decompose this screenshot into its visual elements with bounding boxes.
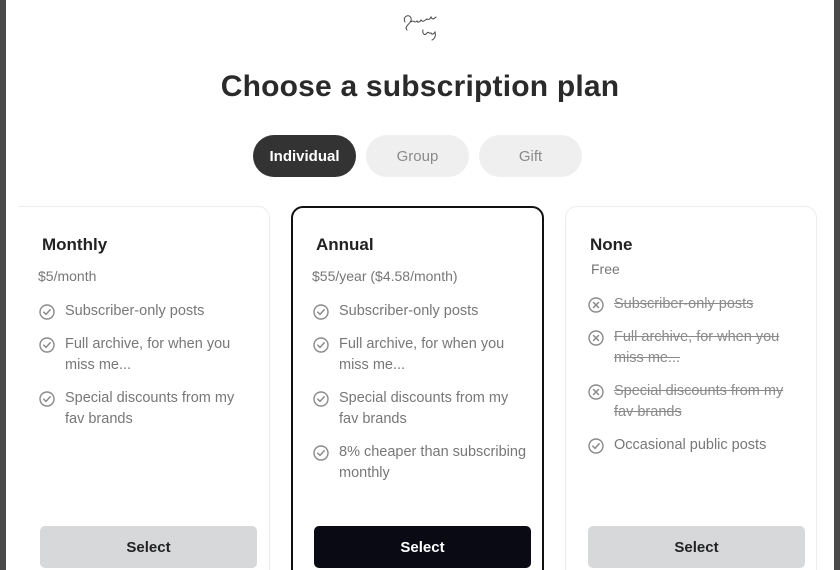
- page-title: Choose a subscription plan: [220, 70, 620, 103]
- feature-item: 8% cheaper than subscribing monthly: [312, 442, 527, 484]
- check-circle-icon: [313, 391, 329, 407]
- feature-text: 8% cheaper than subscribing monthly: [339, 444, 527, 481]
- feature-item: Subscriber-only posts: [312, 301, 527, 322]
- plan-name: Annual: [316, 235, 374, 254]
- feature-item: Full archive, for when you miss me...: [312, 334, 527, 376]
- tab-group[interactable]: Group: [366, 135, 469, 177]
- feature-list: Subscriber-only posts Full archive, for …: [587, 294, 802, 468]
- x-circle-icon: [588, 384, 604, 400]
- feature-item-excluded: Subscriber-only posts: [587, 294, 802, 315]
- feature-item-excluded: Full archive, for when you miss me...: [587, 327, 802, 369]
- plan-price: $5/month: [38, 268, 97, 284]
- feature-text: Full archive, for when you miss me...: [614, 329, 780, 366]
- plan-card-annual[interactable]: Annual $55/year ($4.58/month) Subscriber…: [291, 206, 544, 570]
- feature-list: Subscriber-only posts Full archive, for …: [312, 301, 527, 496]
- feature-text: Full archive, for when you miss me...: [65, 336, 231, 373]
- tab-individual[interactable]: Individual: [253, 135, 356, 177]
- feature-text: Subscriber-only posts: [339, 303, 479, 319]
- feature-text: Special discounts from my fav brands: [65, 390, 235, 427]
- feature-list: Subscriber-only posts Full archive, for …: [38, 301, 253, 442]
- plan-card-monthly[interactable]: Monthly $5/month Subscriber-only posts F…: [18, 206, 270, 570]
- select-annual-button[interactable]: Select: [314, 526, 531, 568]
- check-circle-icon: [39, 304, 55, 320]
- feature-text: Subscriber-only posts: [614, 296, 754, 312]
- feature-item: Special discounts from my fav brands: [312, 388, 527, 430]
- x-circle-icon: [588, 330, 604, 346]
- select-monthly-button[interactable]: Select: [40, 526, 257, 568]
- blog-logo: [394, 6, 454, 46]
- feature-text: Occasional public posts: [614, 437, 767, 453]
- feature-item: Subscriber-only posts: [38, 301, 253, 322]
- plan-name: Monthly: [42, 235, 108, 254]
- plan-name: None: [590, 235, 633, 254]
- plan-price: $55/year ($4.58/month): [312, 268, 458, 284]
- x-circle-icon: [588, 297, 604, 313]
- subscription-page: Choose a subscription plan Individual Gr…: [6, 0, 834, 570]
- check-circle-icon: [313, 337, 329, 353]
- feature-item: Special discounts from my fav brands: [38, 388, 253, 430]
- feature-item: Occasional public posts: [587, 435, 802, 456]
- feature-text: Special discounts from my fav brands: [614, 383, 784, 420]
- feature-text: Full archive, for when you miss me...: [339, 336, 505, 373]
- logo-signature-icon: [403, 15, 437, 41]
- plan-price: Free: [591, 261, 620, 277]
- feature-item: Full archive, for when you miss me...: [38, 334, 253, 376]
- select-none-button[interactable]: Select: [588, 526, 805, 568]
- plan-card-none[interactable]: None Free Subscriber-only posts Full arc…: [565, 206, 817, 570]
- plan-type-tabs: Individual Group Gift: [253, 135, 582, 177]
- check-circle-icon: [313, 445, 329, 461]
- tab-gift[interactable]: Gift: [479, 135, 582, 177]
- check-circle-icon: [588, 438, 604, 454]
- check-circle-icon: [39, 337, 55, 353]
- feature-item-excluded: Special discounts from my fav brands: [587, 381, 802, 423]
- feature-text: Subscriber-only posts: [65, 303, 205, 319]
- feature-text: Special discounts from my fav brands: [339, 390, 509, 427]
- check-circle-icon: [39, 391, 55, 407]
- check-circle-icon: [313, 304, 329, 320]
